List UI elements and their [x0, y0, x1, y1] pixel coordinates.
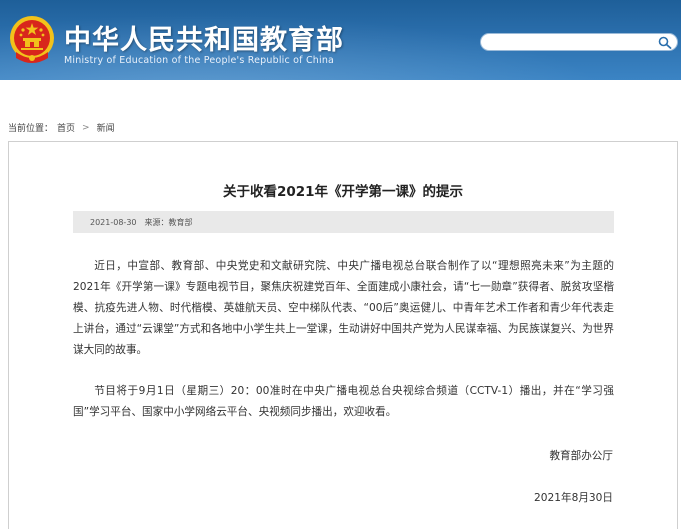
search-icon[interactable]	[658, 36, 672, 49]
article-signature: 教育部办公厅	[549, 450, 613, 462]
national-emblem-icon[interactable]	[8, 14, 56, 66]
breadcrumb-prefix: 当前位置：	[8, 124, 54, 134]
breadcrumb-news-link[interactable]: 新闻	[97, 121, 115, 134]
site-header: 中华人民共和国教育部 Ministry of Education of the …	[0, 0, 681, 80]
article-meta-bar: 2021-08-30 来源：教育部	[73, 211, 614, 233]
article-paragraph: 近日，中宣部、教育部、中央党史和文献研究院、中央广播电视总台联合制作了以“理想照…	[73, 260, 614, 356]
article-container: 关于收看2021年《开学第一课》的提示 2021-08-30 来源：教育部 近日…	[8, 141, 678, 529]
article-source: 来源：教育部	[144, 217, 193, 227]
site-title[interactable]: 中华人民共和国教育部	[64, 18, 344, 57]
site-subtitle: Ministry of Education of the People's Re…	[64, 55, 335, 66]
article-paragraph: 节目将于9月1日（星期三）20：00准时在中央广播电视总台央视综合频道（CCTV…	[73, 385, 614, 418]
article-date: 2021-08-30	[90, 217, 137, 227]
breadcrumb-separator: >	[82, 122, 90, 133]
breadcrumb: 当前位置： 首页 > 新闻	[8, 121, 115, 135]
article-signed-date: 2021年8月30日	[534, 492, 613, 504]
search-box[interactable]	[480, 33, 678, 51]
search-input[interactable]	[489, 35, 649, 49]
breadcrumb-home-link[interactable]: 首页	[57, 121, 75, 134]
article-title: 关于收看2021年《开学第一课》的提示	[222, 184, 464, 200]
